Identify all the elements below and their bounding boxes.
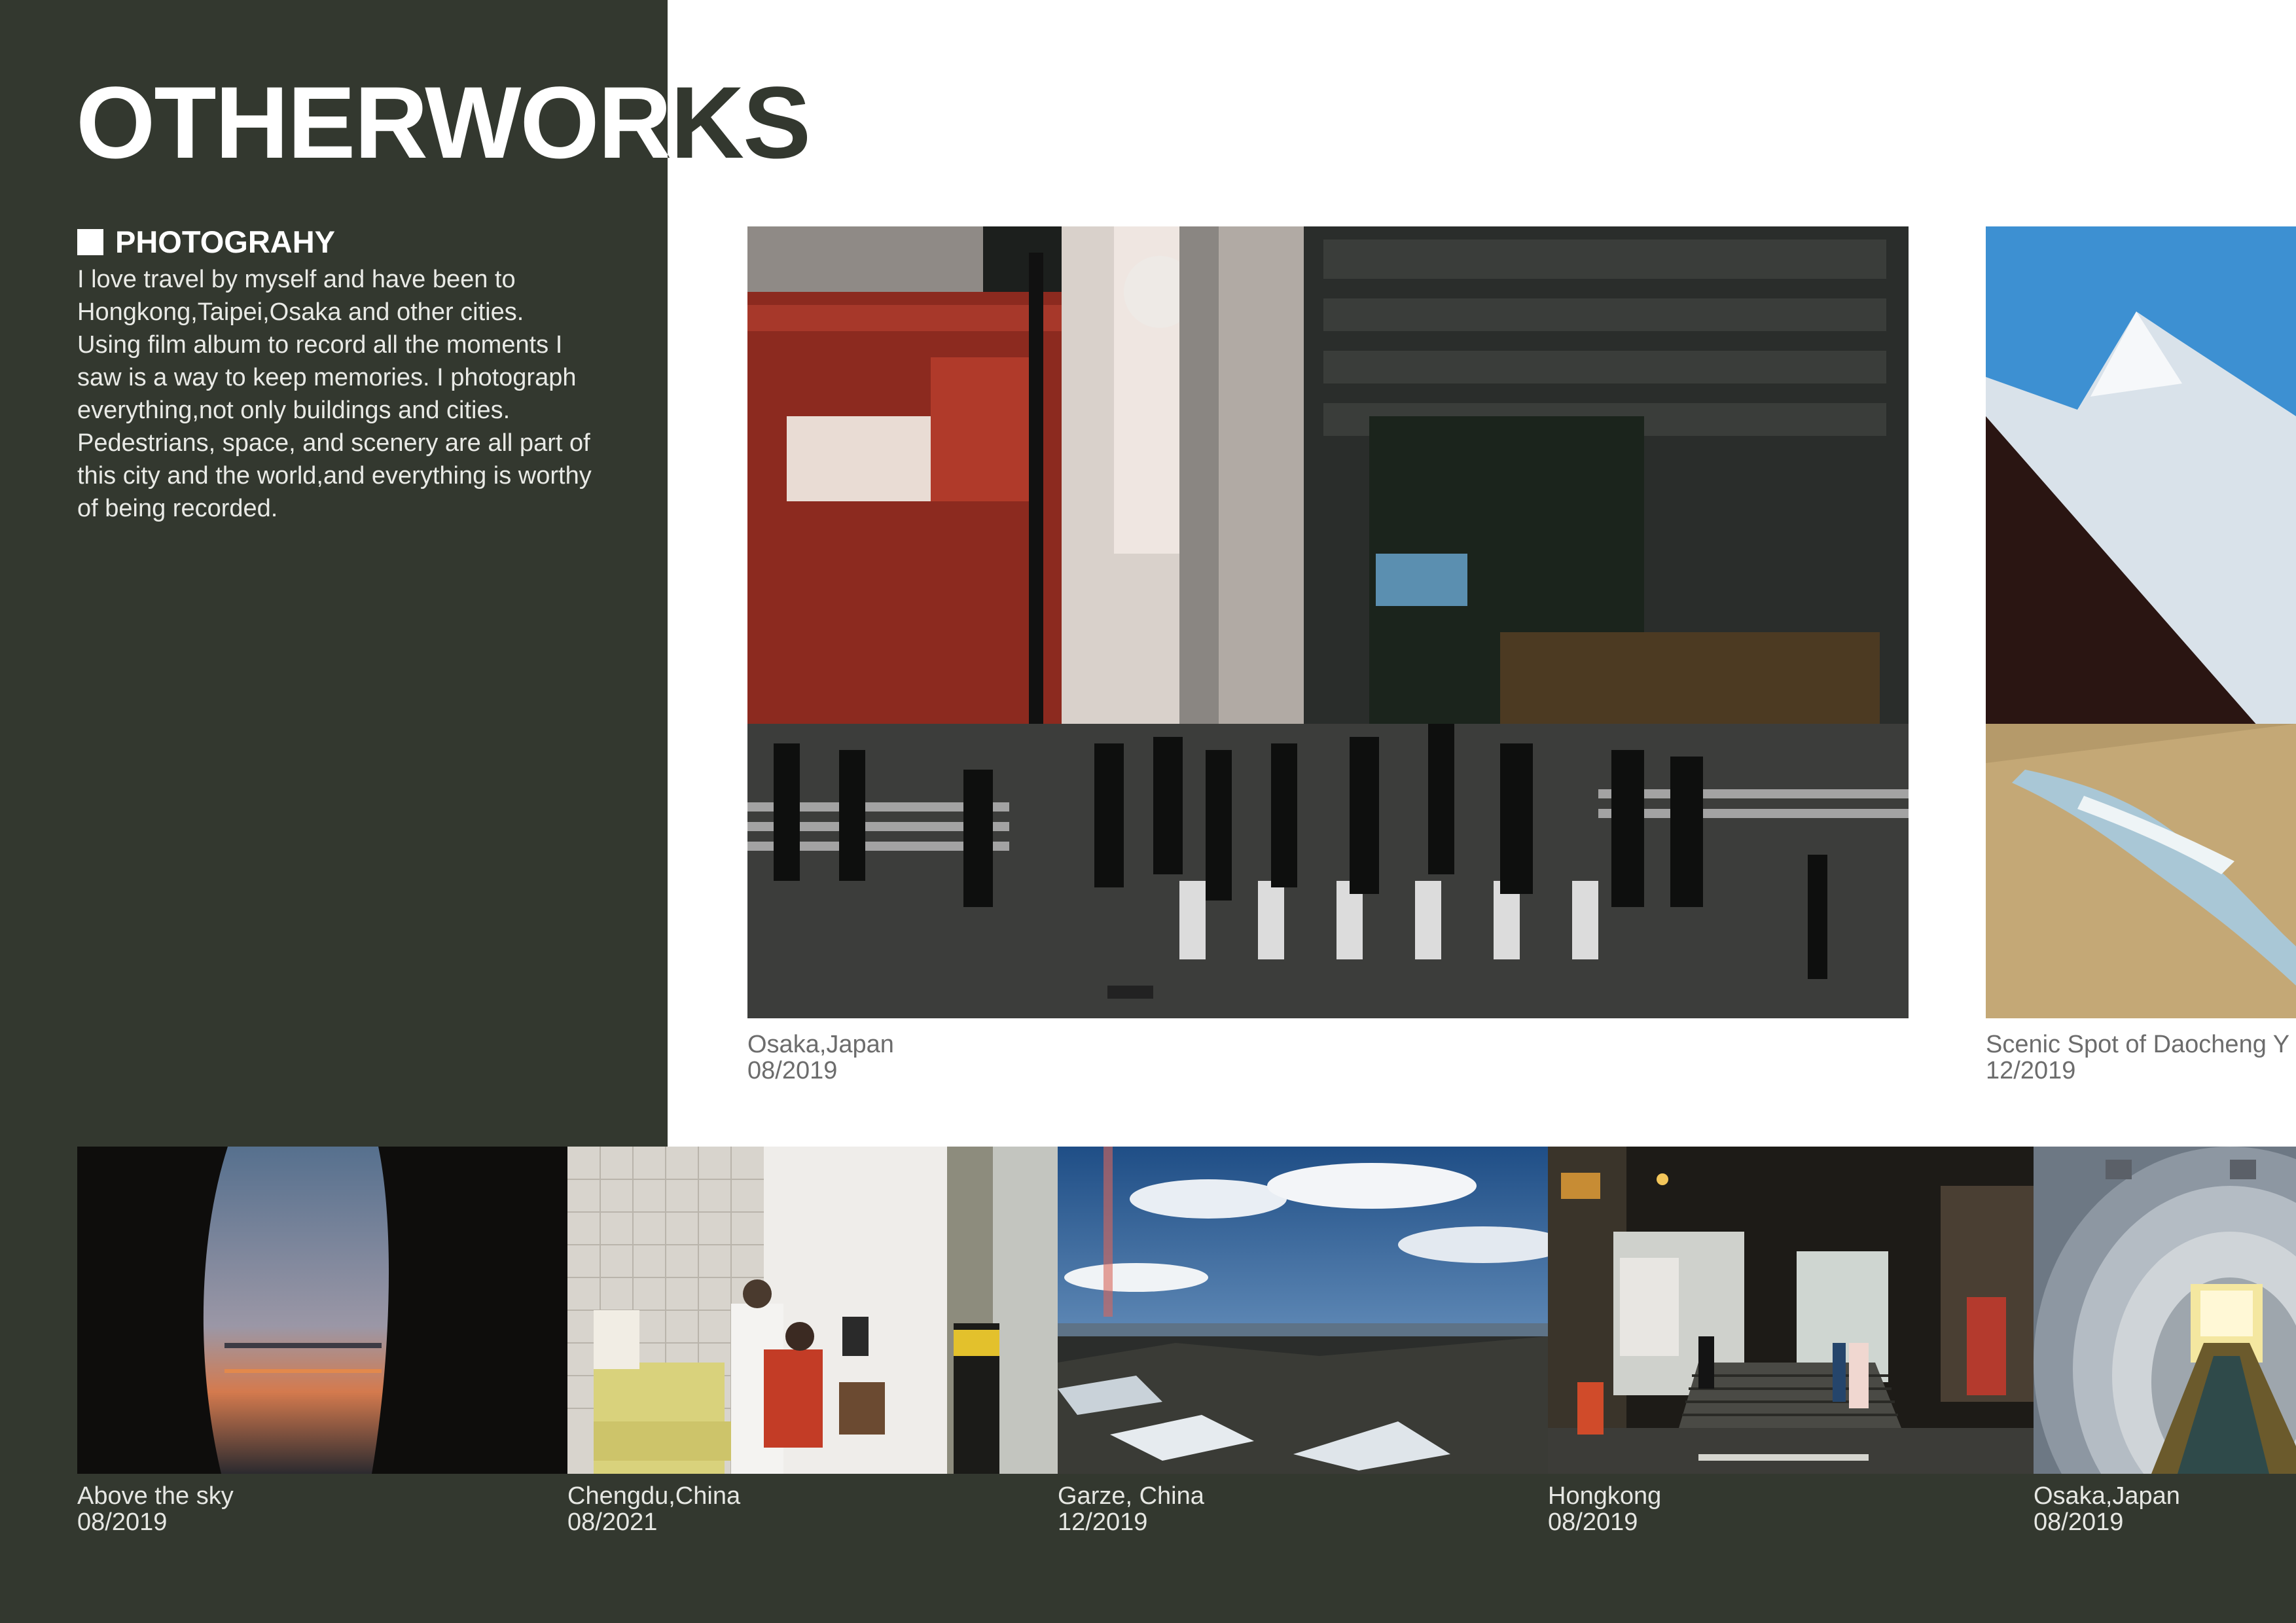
featured-caption-1: Osaka,Japan 08/2019: [747, 1031, 894, 1084]
featured-caption-date: 12/2019: [1986, 1057, 2076, 1084]
gallery-photo-garze[interactable]: [1058, 1147, 1548, 1474]
featured-photo-osaka-street[interactable]: [747, 226, 1909, 1018]
gallery-caption-4: Hongkong 08/2019: [1548, 1483, 1661, 1535]
featured-caption-date: 08/2019: [747, 1057, 838, 1084]
page-title-dark-part: OTHERWORKS: [668, 71, 969, 182]
gallery-caption-place: Above the sky: [77, 1482, 234, 1510]
gallery-caption-date: 08/2019: [2034, 1508, 2124, 1536]
gallery-caption-date: 12/2019: [1058, 1508, 1148, 1536]
gallery-caption-5: Osaka,Japan 08/2019: [2034, 1483, 2180, 1535]
featured-photo-daocheng-mountain[interactable]: [1986, 226, 2296, 1018]
gallery-caption-date: 08/2021: [567, 1508, 658, 1536]
page-title-light-part: OTHERWORKS: [76, 71, 668, 182]
featured-caption-place: Osaka,Japan: [747, 1031, 894, 1058]
gallery-caption-place: Osaka,Japan: [2034, 1482, 2180, 1510]
gallery-caption-place: Garze, China: [1058, 1482, 1204, 1510]
section-heading-text: PHOTOGRAHY: [115, 224, 335, 259]
gallery-photo-chengdu[interactable]: [567, 1147, 1058, 1474]
gallery-caption-date: 08/2019: [1548, 1508, 1638, 1536]
page-title-text-overflow: OTHERWORKS: [668, 71, 811, 180]
gallery-photo-hongkong[interactable]: [1548, 1147, 2034, 1474]
gallery-caption-place: Hongkong: [1548, 1482, 1662, 1510]
featured-caption-place: Scenic Spot of Daocheng Y: [1986, 1031, 2290, 1058]
gallery-photo-osaka-tunnel[interactable]: [2034, 1147, 2296, 1474]
gallery-caption-1: Above the sky 08/2019: [77, 1483, 234, 1535]
gallery-photo-above-the-sky[interactable]: [77, 1147, 567, 1474]
gallery-caption-date: 08/2019: [77, 1508, 168, 1536]
section-description: I love travel by myself and have been to…: [77, 266, 592, 522]
page-title-text: OTHERWORKS: [76, 71, 668, 180]
section-heading: PHOTOGRAHY: [77, 226, 335, 259]
square-bullet-icon: [77, 229, 103, 255]
featured-caption-2: Scenic Spot of Daocheng Y 12/2019: [1986, 1031, 2289, 1084]
gallery-caption-2: Chengdu,China 08/2021: [567, 1483, 740, 1535]
gallery-caption-3: Garze, China 12/2019: [1058, 1483, 1204, 1535]
gallery-caption-place: Chengdu,China: [567, 1482, 741, 1510]
